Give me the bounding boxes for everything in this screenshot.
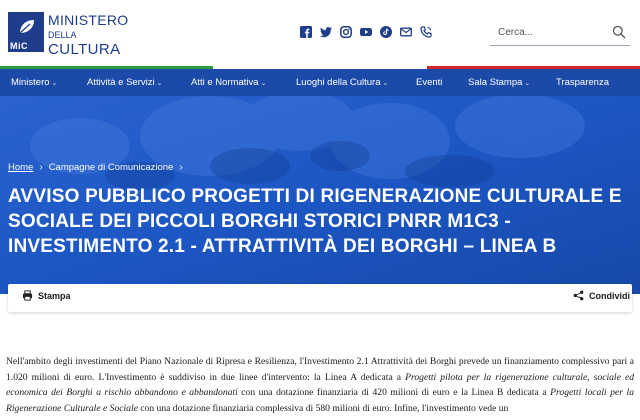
search-placeholder: Cerca... (498, 27, 534, 38)
action-bar: Stampa Condividi (8, 284, 632, 312)
print-label: Stampa (38, 290, 71, 301)
youtube-icon[interactable] (360, 26, 372, 38)
chevron-down-icon: ⌄ (260, 80, 267, 87)
chevron-down-icon: ⌄ (51, 80, 58, 87)
page-title: AVVISO PUBBLICO PROGETTI DI RIGENERAZION… (8, 186, 622, 257)
nav-item-ministero[interactable]: Ministero ⌄ (11, 77, 57, 88)
logo-line-1: MINISTERO (48, 12, 129, 28)
logo-line-3: CULTURA (48, 41, 121, 58)
site-header: MiC MINISTERO DELLA CULTURA Cerca... (0, 0, 640, 66)
instagram-icon[interactable] (340, 26, 352, 38)
nav-label: Atti e Normativa (191, 77, 259, 88)
mail-icon[interactable] (400, 26, 412, 38)
breadcrumb-home[interactable]: Home (8, 162, 33, 173)
nav-label: Trasparenza (556, 77, 609, 88)
ministry-logo[interactable]: MiC MINISTERO DELLA CULTURA (8, 12, 158, 58)
share-icon (573, 290, 584, 301)
chevron-down-icon: ⌄ (524, 80, 531, 87)
chevron-down-icon: ⌄ (382, 80, 389, 87)
nav-item-attivita-servizi[interactable]: Attività e Servizi ⌄ (87, 77, 162, 88)
print-button[interactable]: Stampa (22, 290, 71, 301)
breadcrumb-current[interactable]: Campagne di Comunicazione (49, 162, 174, 173)
share-label: Condividi (589, 290, 630, 301)
breadcrumb: Home › Campagne di Comunicazione › (8, 162, 183, 173)
nav-item-luoghi-cultura[interactable]: Luoghi della Cultura ⌄ (296, 77, 388, 88)
facebook-icon[interactable] (300, 26, 312, 38)
share-button[interactable]: Condividi (573, 290, 630, 301)
nav-label: Eventi (416, 77, 443, 88)
nav-item-atti-normativa[interactable]: Atti e Normativa ⌄ (191, 77, 266, 88)
search-icon[interactable] (612, 25, 626, 39)
logo-text: MINISTERO DELLA CULTURA (48, 12, 128, 58)
main-navigation: Ministero ⌄ Attività e Servizi ⌄ Atti e No… (0, 69, 640, 96)
chevron-right-icon: › (39, 162, 43, 173)
nav-label: Ministero (11, 77, 50, 88)
phone-icon[interactable] (420, 26, 432, 38)
nav-label: Sala Stampa (468, 77, 523, 88)
nav-item-eventi[interactable]: Eventi (416, 77, 442, 88)
nav-item-trasparenza[interactable]: Trasparenza (556, 77, 609, 88)
printer-icon (22, 290, 33, 301)
nav-item-sala-stampa[interactable]: Sala Stampa ⌄ (468, 77, 530, 88)
hero-banner: Home › Campagne di Comunicazione › AVVIS… (0, 96, 640, 294)
article-body: Nell'ambito degli investimenti del Piano… (6, 354, 634, 416)
twitter-icon[interactable] (320, 26, 332, 38)
mic-badge: MiC (10, 41, 28, 51)
nav-label: Attività e Servizi (87, 77, 155, 88)
body-text-2: con una dotazione finanziaria di 420 mil… (237, 387, 551, 398)
social-links (300, 26, 432, 38)
logo-line-2: DELLA (48, 30, 77, 40)
mic-emblem: MiC (8, 12, 44, 52)
chevron-right-icon: › (179, 162, 183, 173)
nav-label: Luoghi della Cultura (296, 77, 381, 88)
tiktok-icon[interactable] (380, 26, 392, 38)
chevron-down-icon: ⌄ (156, 80, 163, 87)
body-text-3: con una dotazione finanziaria complessiv… (137, 402, 509, 414)
search-box[interactable]: Cerca... (490, 20, 630, 46)
emblem-icon (19, 20, 34, 34)
